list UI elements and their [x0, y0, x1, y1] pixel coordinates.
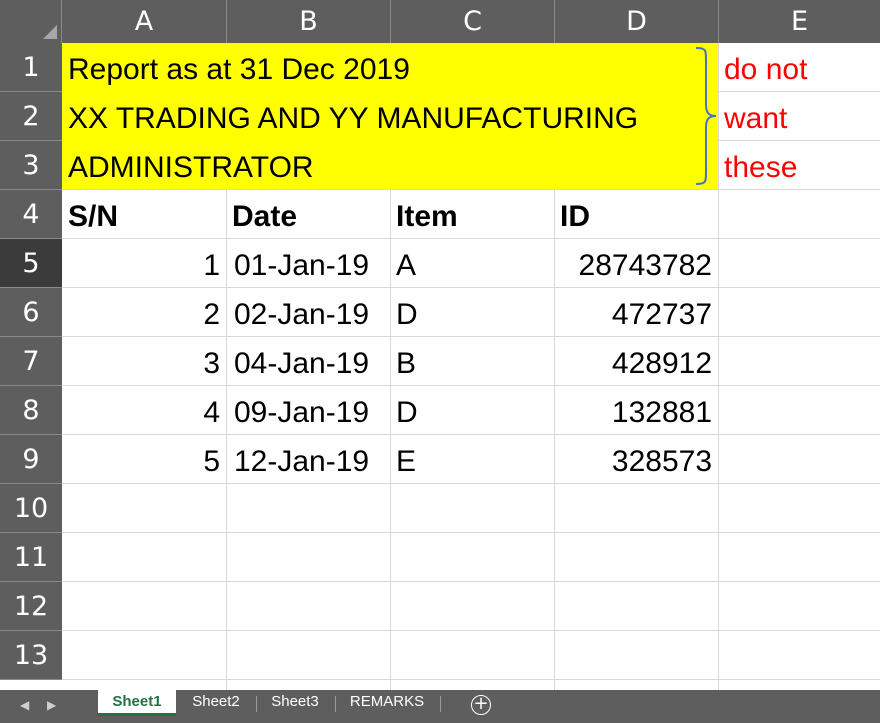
row-header-12[interactable]: 12 [0, 582, 62, 631]
cell-c4[interactable]: Item [390, 192, 554, 241]
cell-d5[interactable]: 28743782 [554, 241, 718, 290]
tab-sheet3[interactable]: Sheet3 [259, 690, 331, 716]
cell-a3[interactable]: ADMINISTRATOR [62, 143, 702, 192]
tab-remarks[interactable]: REMARKS [339, 690, 435, 716]
row-header-2[interactable]: 2 [0, 92, 62, 141]
sheet-tab-bar: ◀ ▶ Sheet1 Sheet2 Sheet3 REMARKS + [0, 690, 880, 723]
cell-c6[interactable]: D [390, 290, 554, 339]
right-brace-icon [695, 47, 717, 185]
row-header-6[interactable]: 6 [0, 288, 62, 337]
cell-a4[interactable]: S/N [62, 192, 226, 241]
plus-circle-icon[interactable]: + [471, 695, 491, 715]
cell-d4[interactable]: ID [554, 192, 718, 241]
row-header-10[interactable]: 10 [0, 484, 62, 533]
cell-a1[interactable]: Report as at 31 Dec 2019 [62, 45, 702, 94]
row-header-9[interactable]: 9 [0, 435, 62, 484]
column-header-d[interactable]: D [555, 0, 719, 43]
cell-a7[interactable]: 3 [62, 339, 226, 388]
cell-b5[interactable]: 01-Jan-19 [226, 241, 390, 290]
tab-separator [440, 696, 441, 712]
row-header-7[interactable]: 7 [0, 337, 62, 386]
gridline [62, 630, 880, 631]
cell-a5[interactable]: 1 [62, 241, 226, 290]
cell-d7[interactable]: 428912 [554, 339, 718, 388]
row-header-13[interactable]: 13 [0, 631, 62, 680]
cell-b7[interactable]: 04-Jan-19 [226, 339, 390, 388]
cell-a2[interactable]: XX TRADING AND YY MANUFACTURING [62, 94, 702, 143]
column-header-a[interactable]: A [62, 0, 227, 43]
spreadsheet-grid: A B C D E 1 2 3 4 5 6 7 8 9 10 11 12 13 … [0, 0, 880, 690]
cell-c5[interactable]: A [390, 241, 554, 290]
row-header-11[interactable]: 11 [0, 533, 62, 582]
cell-a6[interactable]: 2 [62, 290, 226, 339]
cell-d8[interactable]: 132881 [554, 388, 718, 437]
column-header-e[interactable]: E [719, 0, 880, 43]
row-header-1[interactable]: 1 [0, 43, 62, 92]
gridline [62, 581, 880, 582]
tab-sheet2[interactable]: Sheet2 [180, 690, 252, 716]
cell-c9[interactable]: E [390, 437, 554, 486]
tab-separator [256, 696, 257, 712]
select-all-triangle-icon [43, 25, 57, 39]
cell-e2[interactable]: want [718, 94, 880, 143]
tab-separator [335, 696, 336, 712]
gridline [62, 532, 880, 533]
cell-c8[interactable]: D [390, 388, 554, 437]
cell-e3[interactable]: these [718, 143, 880, 192]
cell-d9[interactable]: 328573 [554, 437, 718, 486]
cell-b4[interactable]: Date [226, 192, 390, 241]
column-header-c[interactable]: C [391, 0, 555, 43]
row-header-8[interactable]: 8 [0, 386, 62, 435]
cell-b9[interactable]: 12-Jan-19 [226, 437, 390, 486]
column-header-b[interactable]: B [227, 0, 391, 43]
cell-d6[interactable]: 472737 [554, 290, 718, 339]
cell-e1[interactable]: do not [718, 45, 880, 94]
chevron-left-icon[interactable]: ◀ [20, 698, 29, 712]
tab-sheet1[interactable]: Sheet1 [98, 690, 176, 716]
chevron-right-icon[interactable]: ▶ [47, 698, 56, 712]
row-header-5[interactable]: 5 [0, 239, 62, 288]
cell-a9[interactable]: 5 [62, 437, 226, 486]
row-header-4[interactable]: 4 [0, 190, 62, 239]
cell-a8[interactable]: 4 [62, 388, 226, 437]
gridline [62, 679, 880, 680]
cell-c7[interactable]: B [390, 339, 554, 388]
cell-b8[interactable]: 09-Jan-19 [226, 388, 390, 437]
select-all-corner[interactable] [0, 0, 62, 43]
row-header-3[interactable]: 3 [0, 141, 62, 190]
cell-b6[interactable]: 02-Jan-19 [226, 290, 390, 339]
